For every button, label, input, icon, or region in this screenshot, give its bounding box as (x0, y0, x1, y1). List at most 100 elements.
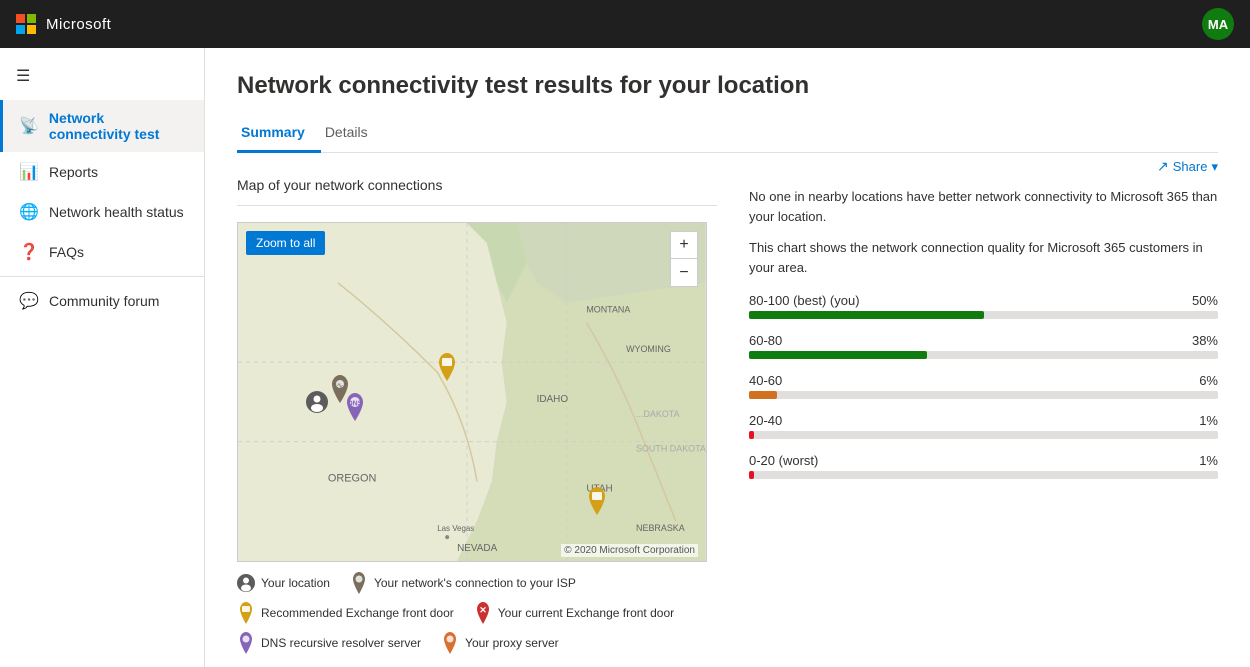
chart-label-20-40: 20-40 (749, 413, 782, 428)
chart-bar-fill-80-100 (749, 311, 984, 319)
recommended-exchange-pin-1 (436, 353, 458, 386)
chart-pct-80-100: 50% (1192, 293, 1218, 308)
your-location-legend-icon (237, 574, 255, 592)
svg-text:DNS: DNS (348, 401, 363, 408)
legend-recommended-exchange: Recommended Exchange front door (237, 602, 454, 624)
your-location-pin (306, 391, 328, 418)
chart-row-0-20: 0-20 (worst) 1% (749, 453, 1218, 479)
chart-bar-bg-0-20 (749, 471, 1218, 479)
chart-label-40-60: 40-60 (749, 373, 782, 388)
sidebar-item-faqs[interactable]: ❓ FAQs (0, 232, 204, 272)
chart-bar-bg-60-80 (749, 351, 1218, 359)
tabs: Summary Details (237, 116, 1218, 153)
brand-name: Microsoft (46, 16, 111, 33)
svg-text:NEBRASKA: NEBRASKA (636, 523, 685, 533)
svg-text:✕: ✕ (479, 605, 487, 615)
community-forum-icon: 💬 (19, 291, 39, 311)
topbar: Microsoft MA (0, 0, 1250, 48)
reports-icon: 📊 (19, 162, 39, 182)
map-section-title: Map of your network connections (237, 177, 717, 193)
chart-bar-fill-0-20 (749, 471, 754, 479)
network-connectivity-icon: 📡 (19, 116, 39, 136)
recommended-exchange-pin-2 (586, 487, 608, 520)
content-area: Map of your network connections (237, 177, 1218, 654)
no-better-message: No one in nearby locations have better n… (749, 187, 1218, 226)
chart-pct-20-40: 1% (1199, 413, 1218, 428)
map-container: OREGON IDAHO MONTANA NEVADA UTAH WYOMING… (237, 222, 707, 562)
chart-row-80-100: 80-100 (best) (you) 50% (749, 293, 1218, 319)
svg-text:∿: ∿ (337, 381, 344, 390)
faqs-icon: ❓ (19, 242, 39, 262)
svg-text:...DAKOTA: ...DAKOTA (636, 409, 680, 419)
zoom-to-all-button[interactable]: Zoom to all (246, 231, 325, 255)
sidebar-item-label: FAQs (49, 244, 84, 260)
chart-row-60-80: 60-80 38% (749, 333, 1218, 359)
chart-row-20-40: 20-40 1% (749, 413, 1218, 439)
legend-label: Your location (261, 576, 330, 590)
chart-description: This chart shows the network connection … (749, 238, 1218, 277)
left-panel: Map of your network connections (237, 177, 717, 654)
current-exchange-legend-icon: ✕ (474, 602, 492, 624)
chart-bar-fill-40-60 (749, 391, 777, 399)
svg-text:SOUTH DAKOTA: SOUTH DAKOTA (636, 444, 706, 454)
chart-pct-60-80: 38% (1192, 333, 1218, 348)
share-button[interactable]: ↗ Share ▾ (1157, 158, 1218, 175)
zoom-out-button[interactable]: − (670, 259, 698, 287)
svg-text:MONTANA: MONTANA (586, 304, 630, 314)
legend-your-location: Your location (237, 572, 330, 594)
legend-label: Your network's connection to your ISP (374, 576, 576, 590)
chart-row-40-60: 40-60 6% (749, 373, 1218, 399)
dns-resolver-pin: DNS (343, 393, 367, 426)
svg-text:IDAHO: IDAHO (537, 394, 569, 405)
map-copyright: © 2020 Microsoft Corporation (561, 544, 698, 557)
sidebar-item-label: Reports (49, 164, 98, 180)
avatar[interactable]: MA (1202, 8, 1234, 40)
chart-label-60-80: 60-80 (749, 333, 782, 348)
legend-label: Recommended Exchange front door (261, 606, 454, 620)
network-health-icon: 🌐 (19, 202, 39, 222)
hamburger-icon[interactable]: ☰ (16, 68, 30, 85)
share-chevron-icon: ▾ (1211, 159, 1218, 175)
sidebar-item-label: Community forum (49, 293, 159, 309)
right-panel: No one in nearby locations have better n… (749, 177, 1218, 654)
zoom-in-button[interactable]: + (670, 231, 698, 259)
legend-label: DNS recursive resolver server (261, 636, 421, 650)
quality-chart: 80-100 (best) (you) 50% 60-80 38% (749, 293, 1218, 479)
sidebar-item-community-forum[interactable]: 💬 Community forum (0, 281, 204, 321)
chart-bar-fill-20-40 (749, 431, 754, 439)
main-content: Network connectivity test results for yo… (205, 48, 1250, 667)
recommended-exchange-legend-icon (237, 602, 255, 624)
legend-proxy-server: Your proxy server (441, 632, 559, 654)
svg-text:Las Vegas: Las Vegas (437, 524, 474, 533)
svg-text:NEVADA: NEVADA (457, 543, 498, 554)
sidebar-item-reports[interactable]: 📊 Reports (0, 152, 204, 192)
chart-pct-40-60: 6% (1199, 373, 1218, 388)
dns-legend-icon (237, 632, 255, 654)
legend-label: Your proxy server (465, 636, 559, 650)
map-legend: Your location Your network's connection … (237, 572, 717, 654)
hamburger-menu[interactable]: ☰ (0, 56, 204, 100)
share-label: Share (1173, 159, 1208, 174)
sidebar: ☰ 📡 Network connectivity test 📊 Reports … (0, 48, 205, 667)
share-icon: ↗ (1157, 158, 1169, 175)
sidebar-divider (0, 276, 204, 277)
map-zoom-controls: + − (670, 231, 698, 287)
microsoft-logo (16, 14, 36, 34)
chart-bar-fill-60-80 (749, 351, 927, 359)
legend-current-exchange: ✕ Your current Exchange front door (474, 602, 674, 624)
sidebar-item-network-connectivity[interactable]: 📡 Network connectivity test (0, 100, 204, 152)
svg-text:WYOMING: WYOMING (626, 344, 671, 354)
tab-summary[interactable]: Summary (237, 116, 321, 153)
map-divider (237, 205, 717, 206)
chart-pct-0-20: 1% (1199, 453, 1218, 468)
tab-details[interactable]: Details (321, 116, 384, 153)
sidebar-item-network-health[interactable]: 🌐 Network health status (0, 192, 204, 232)
legend-isp: Your network's connection to your ISP (350, 572, 576, 594)
sidebar-item-label: Network connectivity test (49, 110, 188, 142)
legend-dns-resolver: DNS recursive resolver server (237, 632, 421, 654)
chart-bar-bg-20-40 (749, 431, 1218, 439)
chart-bar-bg-80-100 (749, 311, 1218, 319)
page-title: Network connectivity test results for yo… (237, 72, 1218, 100)
svg-text:OREGON: OREGON (328, 472, 377, 484)
topbar-left: Microsoft (16, 14, 111, 34)
